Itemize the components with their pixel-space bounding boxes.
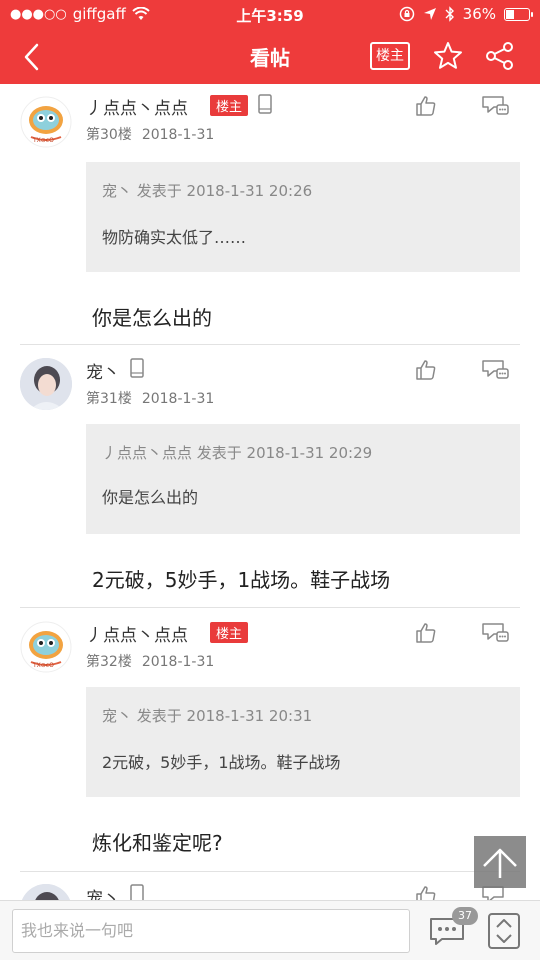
bottom-bar: 我也来说一句吧 37 <box>0 900 540 960</box>
floor-number: 第32楼 <box>86 654 132 670</box>
top-bar: ●●●○○ giffgaff 上午3:59 36% 看帖 楼主 <box>0 0 540 84</box>
divider <box>20 607 520 608</box>
nav-bar: 看帖 楼主 <box>0 30 540 84</box>
quote-text: 物防确实太低了…… <box>102 228 247 247</box>
post-meta: 第31楼 2018-1-31 <box>86 388 214 408</box>
user-photo-icon <box>20 884 72 900</box>
like-icon[interactable] <box>414 621 438 645</box>
scroll-arrows-icon <box>496 919 512 943</box>
post-meta: 第30楼 2018-1-31 <box>86 124 214 144</box>
up-arrow-icon <box>483 848 517 878</box>
post-body: 2元破，5妙手，1战场。鞋子战场 <box>92 568 391 592</box>
quote-meta: 宠丶 发表于 2018-1-31 20:31 <box>102 707 313 725</box>
scroll-to-top-button[interactable] <box>474 836 526 888</box>
quote-meta: 丿点点丶点点 发表于 2018-1-31 20:29 <box>102 444 373 462</box>
username[interactable]: 丿点点丶点点 <box>86 94 188 119</box>
like-icon[interactable] <box>414 94 438 118</box>
avatar[interactable] <box>20 884 72 900</box>
like-icon[interactable] <box>414 358 438 382</box>
post-floor-32: TX⊙cO 丿点点丶点点 楼主 第32楼 2018-1-31 宠丶 发表于 201… <box>0 609 540 872</box>
post-meta: 第32楼 2018-1-31 <box>86 651 214 671</box>
username[interactable]: 丿点点丶点点 <box>86 621 188 646</box>
battery-fill <box>506 9 514 19</box>
reply-input[interactable]: 我也来说一句吧 <box>12 909 410 953</box>
phone-icon <box>130 358 144 378</box>
quote-text: 你是怎么出的 <box>102 488 199 507</box>
post-floor-30: TX⊙cO 丿点点丶点点 楼主 第30楼 2018-1-31 宠丶 发表于 201… <box>0 84 540 345</box>
post-date: 2018-1-31 <box>141 127 215 143</box>
post-date: 2018-1-31 <box>141 654 215 670</box>
quote-meta: 宠丶 发表于 2018-1-31 20:26 <box>102 182 313 200</box>
share-icon[interactable] <box>484 40 516 72</box>
username[interactable]: 宠丶 <box>86 884 120 900</box>
phone-icon <box>130 884 144 900</box>
op-badge: 楼主 <box>210 95 249 116</box>
username[interactable]: 宠丶 <box>86 358 120 383</box>
location-icon <box>423 8 436 20</box>
reply-icon[interactable] <box>480 94 510 118</box>
svg-text:TX⊙cO: TX⊙cO <box>32 137 54 144</box>
star-icon[interactable] <box>432 40 464 72</box>
comment-count-badge: 37 <box>452 907 478 925</box>
quote-text: 2元破，5妙手，1战场。鞋子战场 <box>102 753 341 772</box>
quote-block: 宠丶 发表于 2018-1-31 20:26 物防确实太低了…… <box>86 162 520 272</box>
avatar[interactable]: TX⊙cO <box>20 96 72 148</box>
reply-icon[interactable] <box>480 358 510 382</box>
post-body: 炼化和鉴定呢? <box>92 831 223 855</box>
floor-number: 第31楼 <box>86 391 132 407</box>
svg-text:TX⊙cO: TX⊙cO <box>32 662 54 669</box>
page-jump-button[interactable] <box>488 913 520 949</box>
reply-icon[interactable] <box>480 621 510 645</box>
floor-number: 第30楼 <box>86 127 132 143</box>
post-body: 你是怎么出的 <box>92 306 212 330</box>
cartoon-avatar-icon: TX⊙cO <box>20 621 72 673</box>
battery-percent: 36% <box>462 5 496 23</box>
post-partial: 宠丶 <box>0 872 540 900</box>
post-date: 2018-1-31 <box>141 391 215 407</box>
rotation-lock-icon <box>399 6 414 22</box>
cartoon-avatar-icon: TX⊙cO <box>20 96 72 148</box>
status-right: 36% <box>399 5 533 23</box>
quote-block: 丿点点丶点点 发表于 2018-1-31 20:29 你是怎么出的 <box>86 424 520 534</box>
bluetooth-icon <box>445 6 454 22</box>
like-icon[interactable] <box>414 884 438 900</box>
avatar[interactable]: TX⊙cO <box>20 621 72 673</box>
avatar[interactable] <box>20 358 72 410</box>
status-bar: ●●●○○ giffgaff 上午3:59 36% <box>0 0 540 30</box>
quote-block: 宠丶 发表于 2018-1-31 20:31 2元破，5妙手，1战场。鞋子战场 <box>86 687 520 797</box>
phone-icon <box>258 94 272 114</box>
op-badge: 楼主 <box>210 622 249 643</box>
user-photo-icon <box>20 358 72 410</box>
op-only-button[interactable]: 楼主 <box>370 42 410 70</box>
battery-icon <box>504 7 533 21</box>
post-floor-31: 宠丶 第31楼 2018-1-31 丿点点丶点点 发表于 2018-1-31 20… <box>0 346 540 608</box>
divider <box>20 344 520 345</box>
